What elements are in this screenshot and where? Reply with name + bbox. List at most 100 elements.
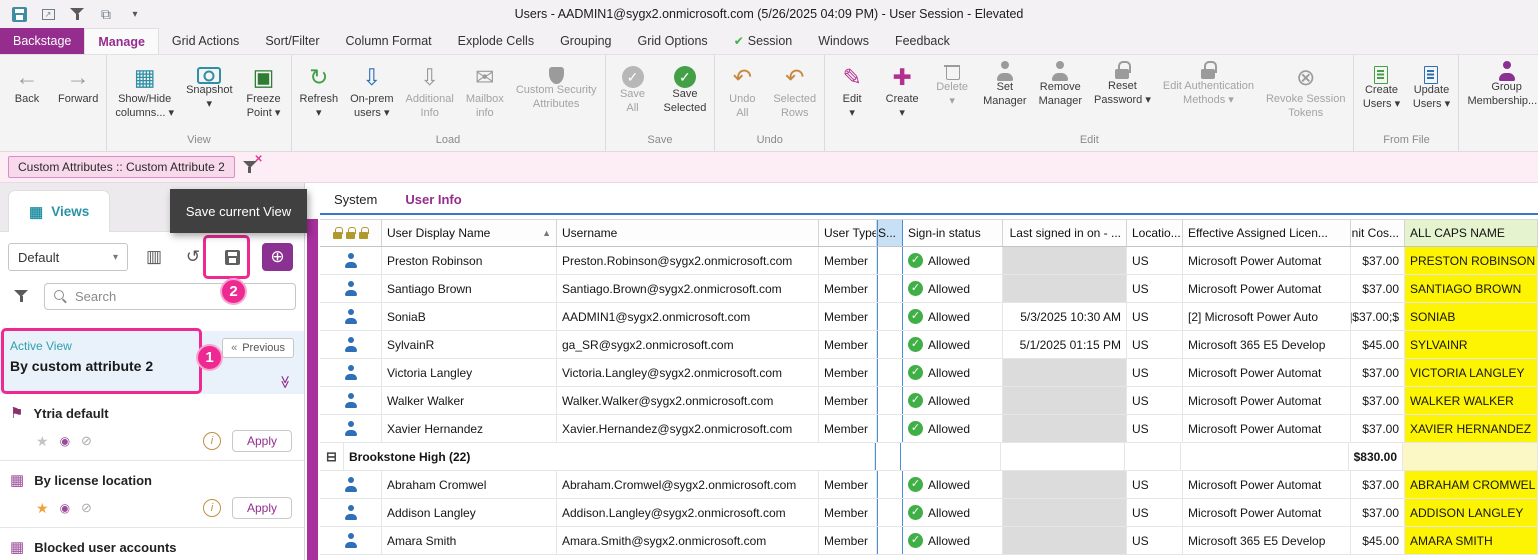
freeze-point-button[interactable]: ▣ Freeze Point ▾ xyxy=(239,57,289,134)
table-row[interactable]: Addison Langley Addison.Langley@sygx2.on… xyxy=(320,499,1538,527)
tab-manage[interactable]: Manage xyxy=(84,28,159,54)
table-row[interactable]: SoniaB AADMIN1@sygx2.onmicrosoft.com Mem… xyxy=(320,303,1538,331)
filter-icon[interactable] xyxy=(68,5,86,23)
forward-button[interactable]: → Forward xyxy=(52,57,104,134)
expand-chevron-icon[interactable]: ≫ xyxy=(277,375,293,389)
reset-password-button[interactable]: Reset Password ▾ xyxy=(1088,57,1157,134)
delete-button[interactable]: Delete ▾ xyxy=(927,57,977,134)
manage-columns-button[interactable]: ▥ xyxy=(141,244,167,270)
tab-grid-options[interactable]: Grid Options xyxy=(625,28,721,54)
cell-all-caps-name: VICTORIA LANGLEY xyxy=(1405,359,1538,386)
undo-selected-rows-button[interactable]: ↶ Selected Rows xyxy=(767,57,822,134)
info-button[interactable]: i xyxy=(203,432,221,450)
undo-all-button[interactable]: ↶ Undo All xyxy=(717,57,767,134)
on-prem-users-button[interactable]: ⇩ On-prem users ▾ xyxy=(344,57,399,134)
column-header-user-display-name[interactable]: User Display Name▲ xyxy=(382,220,557,246)
edit-button[interactable]: ✎ Edit ▾ xyxy=(827,57,877,134)
cell-user-display-name: Xavier Hernandez xyxy=(382,415,557,442)
tab-grouping[interactable]: Grouping xyxy=(547,28,624,54)
ribbon-button-icon xyxy=(1050,61,1070,81)
info-button[interactable]: i xyxy=(203,499,221,517)
tab-grid-actions[interactable]: Grid Actions xyxy=(159,28,252,54)
add-view-button[interactable]: ⊕ xyxy=(262,243,293,271)
reset-view-button[interactable]: ↺ xyxy=(180,244,206,270)
lock-columns-header[interactable] xyxy=(320,220,382,246)
additional-info-button[interactable]: ⇩ Additional Info xyxy=(399,57,459,134)
lock-icon xyxy=(333,227,342,239)
apply-view-button[interactable]: Apply xyxy=(232,497,292,519)
tab-session[interactable]: ✔Session xyxy=(721,28,806,54)
previous-view-button[interactable]: « Previous xyxy=(222,338,294,358)
show-hide-columns-button[interactable]: ▦ Show/Hide columns... ▾ xyxy=(109,57,180,134)
cell-selected-column xyxy=(877,303,903,330)
tab-column-format[interactable]: Column Format xyxy=(333,28,445,54)
clear-filter-icon[interactable]: ✕ xyxy=(243,158,261,176)
save-selected-button[interactable]: ✓ Save Selected xyxy=(658,57,713,134)
tab-sort-filter[interactable]: Sort/Filter xyxy=(252,28,332,54)
table-row[interactable]: Victoria Langley Victoria.Langley@sygx2.… xyxy=(320,359,1538,387)
column-header-all-caps-name[interactable]: ALL CAPS NAME xyxy=(1405,220,1538,246)
view-list-item[interactable]: ▦ By license location ★ ◉ ⊘ i Apply xyxy=(0,461,304,528)
revoke-session-tokens-button[interactable]: ⊗ Revoke Session Tokens xyxy=(1260,57,1352,134)
table-row[interactable]: Walker Walker Walker.Walker@sygx2.onmicr… xyxy=(320,387,1538,415)
table-row[interactable]: SylvainR ga_SR@sygx2.onmicrosoft.com Mem… xyxy=(320,331,1538,359)
save-all-button[interactable]: ✓ Save All xyxy=(608,57,658,134)
refresh-button[interactable]: ↻ Refresh ▾ xyxy=(294,57,345,134)
back-button[interactable]: ← Back xyxy=(2,57,52,134)
column-header-unit-cost[interactable]: Unit Cos... xyxy=(1351,220,1405,246)
table-row[interactable]: Abraham Cromwel Abraham.Cromwel@sygx2.on… xyxy=(320,471,1538,499)
edit-authentication-methods-button[interactable]: Edit Authentication Methods ▾ xyxy=(1157,57,1260,134)
group-color-strip[interactable] xyxy=(307,219,318,560)
favorite-star-icon[interactable]: ★ xyxy=(36,500,49,517)
views-tab-label: Views xyxy=(51,204,89,219)
tab-explode-cells[interactable]: Explode Cells xyxy=(445,28,547,54)
save-view-tooltip: Save current View xyxy=(170,189,307,233)
save-icon[interactable] xyxy=(10,5,28,23)
column-header-username[interactable]: Username xyxy=(557,220,819,246)
column-header-user-type[interactable]: User Type xyxy=(819,220,877,246)
set-manager-button[interactable]: Set Manager xyxy=(977,57,1032,134)
save-view-button[interactable] xyxy=(219,244,245,270)
favorite-star-icon[interactable]: ★ xyxy=(36,433,49,450)
tab-backstage[interactable]: Backstage xyxy=(0,28,84,54)
cell-effective-licenses: Microsoft 365 E5 Develop xyxy=(1183,527,1351,554)
search-input[interactable]: Search xyxy=(44,283,296,310)
filter-views-button[interactable] xyxy=(8,283,34,309)
collapse-icon[interactable]: ⊟ xyxy=(326,449,337,465)
tab-feedback[interactable]: Feedback xyxy=(882,28,963,54)
copy-icon[interactable]: ⧉ xyxy=(97,5,115,23)
group-row[interactable]: ⊟ Brookstone High (22) $830.00 xyxy=(320,443,1538,471)
column-header-sign-in-status[interactable]: Sign-in status xyxy=(903,220,1003,246)
snapshot-button[interactable]: Snapshot ▾ xyxy=(180,57,238,134)
view-list-item[interactable]: ⚑ Ytria default ★ ◉ ⊘ i Apply xyxy=(0,394,304,461)
table-row[interactable]: Xavier Hernandez Xavier.Hernandez@sygx2.… xyxy=(320,415,1538,443)
cell-sign-in-status: Allowed xyxy=(903,527,1003,554)
filter-chip[interactable]: Custom Attributes :: Custom Attribute 2 xyxy=(8,156,235,178)
table-row[interactable]: Santiago Brown Santiago.Brown@sygx2.onmi… xyxy=(320,275,1538,303)
tab-system[interactable]: System xyxy=(320,186,391,213)
column-header-effective-licenses[interactable]: Effective Assigned Licen... xyxy=(1183,220,1351,246)
apply-view-button[interactable]: Apply xyxy=(232,430,292,452)
column-header-last-signed-in[interactable]: Last signed in on - ... xyxy=(1003,220,1127,246)
tab-user-info[interactable]: User Info xyxy=(391,186,475,213)
remove-manager-button[interactable]: Remove Manager xyxy=(1033,57,1088,134)
table-row[interactable]: Preston Robinson Preston.Robinson@sygx2.… xyxy=(320,247,1538,275)
update-users-button[interactable]: Update Users ▾ xyxy=(1406,57,1456,134)
create-button[interactable]: ✚ Create ▾ xyxy=(877,57,927,134)
view-list-item[interactable]: ▦ Blocked user accounts ★ ◉ ⊘ i Apply xyxy=(0,528,304,560)
ribbon-group: ✓ Save All ✓ Save Selected Save xyxy=(606,55,716,151)
column-header-s-selected[interactable]: S... xyxy=(877,220,903,246)
ribbon-button-label2: ▾ xyxy=(849,107,855,121)
create-users-button[interactable]: Create Users ▾ xyxy=(1356,57,1406,134)
custom-security-attributes-button[interactable]: Custom Security Attributes xyxy=(510,57,603,134)
tab-views[interactable]: ▦ Views xyxy=(8,190,110,232)
group-membership-button[interactable]: Group Membership... ▾ xyxy=(1461,57,1538,134)
tab-windows[interactable]: Windows xyxy=(805,28,882,54)
mailbox-info-button[interactable]: ✉ Mailbox info xyxy=(460,57,510,134)
cell-unit-cost: $37.00 xyxy=(1351,387,1405,414)
share-icon[interactable]: ↗ xyxy=(39,5,57,23)
column-header-location[interactable]: Locatio... xyxy=(1127,220,1183,246)
toolbar-menu-caret-icon[interactable]: ▾ xyxy=(126,5,144,23)
view-dropdown[interactable]: Default ▾ xyxy=(8,243,128,271)
table-row[interactable]: Amara Smith Amara.Smith@sygx2.onmicrosof… xyxy=(320,527,1538,555)
